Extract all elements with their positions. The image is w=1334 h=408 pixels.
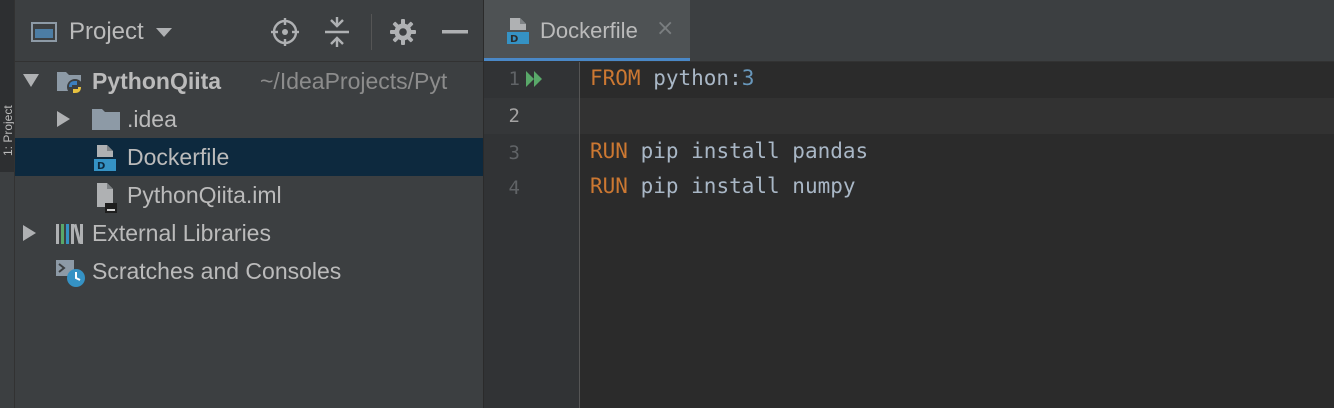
tree-item-dockerfile[interactable]: D Dockerfile xyxy=(15,138,483,176)
expand-arrow-icon[interactable] xyxy=(57,111,70,127)
gear-icon[interactable] xyxy=(387,16,419,48)
code-keyword: RUN xyxy=(590,174,628,198)
project-panel-header: Project xyxy=(15,0,483,62)
expand-arrow-icon[interactable] xyxy=(23,225,36,241)
dockerfile-icon: D xyxy=(504,16,530,46)
line-number: 4 xyxy=(508,177,520,199)
iml-file-icon xyxy=(91,181,119,213)
python-module-icon xyxy=(55,67,83,95)
svg-text:D: D xyxy=(510,34,518,45)
line-number: 1 xyxy=(508,68,520,90)
stripe-tab-label: 1: Project xyxy=(1,105,14,156)
svg-text:D: D xyxy=(97,161,105,172)
code-number: 3 xyxy=(741,66,755,90)
editor-tabs: D Dockerfile × xyxy=(484,0,1334,62)
code-text: python: xyxy=(640,66,742,90)
collapse-all-icon[interactable] xyxy=(321,16,353,48)
tree-item-scratches[interactable]: Scratches and Consoles xyxy=(15,252,483,290)
close-icon[interactable]: × xyxy=(656,16,674,41)
tree-item-path: ~/IdeaProjects/Pyt xyxy=(260,68,448,94)
tree-item-label: PythonQiita xyxy=(92,68,222,94)
locate-icon[interactable] xyxy=(269,16,301,48)
project-view-selector[interactable]: Project xyxy=(31,14,172,50)
tree-item-iml[interactable]: PythonQiita.iml xyxy=(15,176,483,214)
project-window-icon xyxy=(31,22,57,42)
tree-item-idea[interactable]: .idea xyxy=(15,100,483,138)
tree-item-label: .idea xyxy=(127,106,177,132)
libraries-icon xyxy=(55,219,83,247)
line-number: 3 xyxy=(508,142,520,164)
folder-icon xyxy=(91,105,120,133)
code-text: pip install pandas xyxy=(627,139,869,163)
tree-item-label: Scratches and Consoles xyxy=(92,258,342,284)
code-line[interactable]: RUN pip install numpy xyxy=(590,174,856,198)
code-keyword: FROM xyxy=(590,66,641,90)
tool-window-stripe: 1: Project xyxy=(0,0,15,408)
project-panel-title: Project xyxy=(69,18,144,45)
stripe-tab-project[interactable]: 1: Project xyxy=(0,0,14,172)
editor-area: D Dockerfile × 1 2 3 4 FROM python:3 RUN xyxy=(484,0,1334,408)
editor-gutter: 1 2 3 4 xyxy=(484,62,580,408)
hide-icon[interactable] xyxy=(439,16,471,48)
scratches-icon xyxy=(55,257,85,287)
current-line-highlight xyxy=(580,98,1334,134)
tree-item-label: External Libraries xyxy=(92,220,271,246)
tab-dockerfile[interactable]: D Dockerfile × xyxy=(484,0,690,61)
tab-label: Dockerfile xyxy=(540,18,638,43)
ide-window: 1: Project Project PythonQiita ~/IdeaPro… xyxy=(0,0,1334,408)
run-icon[interactable] xyxy=(524,68,546,94)
code-line[interactable]: RUN pip install pandas xyxy=(590,139,868,163)
dockerfile-icon: D xyxy=(91,143,119,172)
tree-item-label: PythonQiita.iml xyxy=(127,182,282,208)
chevron-down-icon xyxy=(155,27,172,37)
code-text: pip install numpy xyxy=(627,174,856,198)
tree-item-pythonqiita[interactable]: PythonQiita ~/IdeaProjects/Pyt xyxy=(15,62,483,100)
code-keyword: RUN xyxy=(590,139,628,163)
code-line[interactable]: FROM python:3 xyxy=(590,66,754,90)
header-divider xyxy=(371,14,372,50)
line-number: 2 xyxy=(508,105,520,127)
project-panel: Project PythonQiita ~/IdeaProjects/Pyt .… xyxy=(15,0,483,408)
tree-item-label: Dockerfile xyxy=(127,144,230,170)
expand-arrow-icon[interactable] xyxy=(23,74,39,87)
tree-item-external-libraries[interactable]: External Libraries xyxy=(15,214,483,252)
